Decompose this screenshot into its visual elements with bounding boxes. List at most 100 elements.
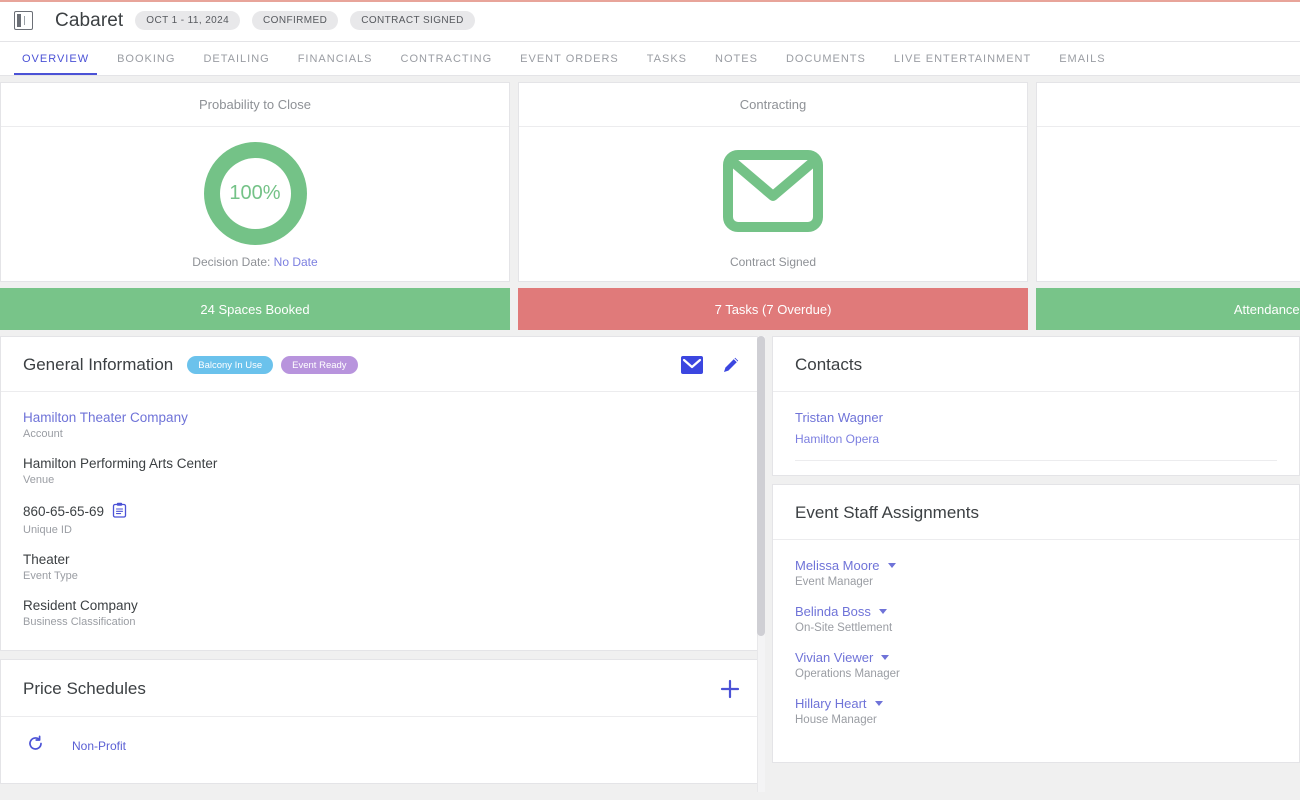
attendance-status[interactable]: Attendance: 5000 E — [1036, 288, 1300, 330]
tab-contracting[interactable]: CONTRACTING — [387, 42, 507, 75]
staff-name-label: Hillary Heart — [795, 696, 867, 711]
tab-booking[interactable]: BOOKING — [103, 42, 189, 75]
price-schedule-name[interactable]: Non-Profit — [72, 739, 126, 753]
tab-overview[interactable]: OVERVIEW — [8, 42, 103, 75]
list-item: Vivian Viewer Operations Manager — [795, 650, 1277, 680]
copy-clipboard-icon[interactable] — [112, 502, 127, 521]
probability-donut-chart: 100% — [203, 141, 307, 245]
tab-notes[interactable]: NOTES — [701, 42, 772, 75]
tab-detailing[interactable]: DETAILING — [189, 42, 283, 75]
staff-role: Operations Manager — [795, 668, 900, 680]
left-column: General Information Balcony In Use Event… — [0, 336, 765, 792]
list-item: Belinda Boss On-Site Settlement — [795, 604, 1277, 634]
main-tab-bar: OVERVIEW BOOKING DETAILING FINANCIALS CO… — [0, 42, 1300, 76]
status-badge-balcony-in-use: Balcony In Use — [187, 356, 274, 374]
refresh-icon[interactable] — [27, 735, 44, 757]
field-unique-id: 860-65-65-69 Unique ID — [23, 502, 741, 536]
contacts-title: Contacts — [795, 355, 863, 374]
unique-id-label: Unique ID — [23, 524, 72, 536]
list-item: Hillary Heart House Manager — [795, 696, 1277, 726]
event-status-chip: CONFIRMED — [252, 11, 339, 30]
business-classification-value: Resident Company — [23, 598, 138, 613]
contract-status-chip: CONTRACT SIGNED — [350, 11, 475, 30]
page-title: Cabaret — [55, 9, 124, 31]
kpi-title: Actual Reven — [1037, 83, 1300, 127]
field-account: Hamilton Theater Company Account — [23, 410, 741, 440]
list-item: Melissa Moore Event Manager — [795, 558, 1277, 588]
contact-organization[interactable]: Hamilton Opera — [795, 432, 1277, 446]
right-column: Contacts Tristan Wagner Hamilton Opera E… — [772, 336, 1300, 792]
tab-live-entertainment[interactable]: LIVE ENTERTAINMENT — [880, 42, 1045, 75]
envelope-icon — [723, 149, 823, 237]
plus-icon[interactable] — [719, 678, 741, 700]
estimated-revenue: $169.7k Estim — [1037, 255, 1300, 281]
status-badge-event-ready: Event Ready — [281, 356, 358, 374]
price-schedules-title: Price Schedules — [23, 679, 146, 698]
decision-date: Decision Date: No Date — [1, 255, 509, 281]
event-type-value: Theater — [23, 552, 70, 567]
contract-state-label: Contract Signed — [729, 255, 817, 269]
kpi-title: Contracting — [519, 83, 1027, 127]
staff-name-label: Belinda Boss — [795, 604, 871, 619]
pencil-edit-icon[interactable] — [721, 355, 741, 375]
unique-id-value: 860-65-65-69 — [23, 504, 105, 519]
tab-emails[interactable]: EMAILS — [1045, 42, 1119, 75]
field-event-type: Theater Event Type — [23, 552, 741, 582]
kpi-row: Probability to Close 100% Decision Date:… — [0, 76, 1300, 330]
chevron-down-icon[interactable] — [874, 701, 883, 706]
tab-event-orders[interactable]: EVENT ORDERS — [506, 42, 633, 75]
event-date-chip: OCT 1 - 11, 2024 — [135, 11, 241, 30]
staff-name-label: Melissa Moore — [795, 558, 880, 573]
price-schedules-list: Non-Profit — [1, 717, 763, 783]
kpi-contracting: Contracting Contract Signed 7 Tasks (7 O… — [518, 82, 1028, 330]
event-staff-list: Melissa Moore Event Manager Belinda Boss… — [773, 540, 1299, 762]
account-label: Account — [23, 428, 63, 440]
price-schedules-card: Price Schedules Non-Profit — [0, 659, 764, 784]
staff-member[interactable]: Melissa Moore — [795, 558, 1277, 573]
app-header: Cabaret OCT 1 - 11, 2024 CONFIRMED CONTR… — [0, 0, 1300, 42]
general-information-card: General Information Balcony In Use Event… — [0, 336, 764, 651]
scrollbar-thumb[interactable] — [757, 336, 765, 636]
envelope-icon[interactable] — [681, 356, 703, 374]
kpi-actual-revenue: Actual Reven $108 $169.7k Estim Attendan… — [1036, 82, 1300, 330]
tab-tasks[interactable]: TASKS — [633, 42, 701, 75]
event-staff-assignments-card: Event Staff Assignments Melissa Moore Ev… — [772, 484, 1300, 763]
general-information-title: General Information — [23, 355, 174, 374]
contacts-card: Contacts Tristan Wagner Hamilton Opera — [772, 336, 1300, 476]
field-venue: Hamilton Performing Arts Center Venue — [23, 456, 741, 486]
staff-member[interactable]: Hillary Heart — [795, 696, 1277, 711]
main-content: General Information Balcony In Use Event… — [0, 330, 1300, 792]
staff-member[interactable]: Belinda Boss — [795, 604, 1277, 619]
list-item: Tristan Wagner Hamilton Opera — [795, 410, 1277, 461]
staff-member[interactable]: Vivian Viewer — [795, 650, 1277, 665]
tab-financials[interactable]: FINANCIALS — [284, 42, 387, 75]
event-staff-title: Event Staff Assignments — [795, 503, 979, 522]
contact-name[interactable]: Tristan Wagner — [795, 410, 1277, 425]
business-classification-label: Business Classification — [23, 616, 136, 628]
chevron-down-icon[interactable] — [881, 655, 890, 660]
contacts-list: Tristan Wagner Hamilton Opera — [773, 392, 1299, 475]
account-value[interactable]: Hamilton Theater Company — [23, 410, 741, 425]
venue-value: Hamilton Performing Arts Center — [23, 456, 218, 471]
kpi-probability-to-close: Probability to Close 100% Decision Date:… — [0, 82, 510, 330]
staff-role: On-Site Settlement — [795, 622, 893, 634]
staff-role: House Manager — [795, 714, 877, 726]
sidebar-collapse-icon[interactable] — [14, 11, 33, 30]
event-type-label: Event Type — [23, 570, 78, 582]
decision-date-label: Decision Date: — [192, 255, 274, 269]
chevron-down-icon[interactable] — [878, 609, 887, 614]
staff-name-label: Vivian Viewer — [795, 650, 874, 665]
spaces-booked-status[interactable]: 24 Spaces Booked — [0, 288, 510, 330]
decision-date-link[interactable]: No Date — [274, 255, 318, 269]
probability-value: 100% — [219, 157, 291, 229]
venue-label: Venue — [23, 474, 55, 486]
staff-role: Event Manager — [795, 576, 873, 588]
field-business-classification: Resident Company Business Classification — [23, 598, 741, 628]
tab-documents[interactable]: DOCUMENTS — [772, 42, 880, 75]
chevron-down-icon[interactable] — [887, 563, 896, 568]
tasks-status[interactable]: 7 Tasks (7 Overdue) — [518, 288, 1028, 330]
left-column-scrollbar[interactable] — [757, 336, 765, 792]
general-information-fields: Hamilton Theater Company Account Hamilto… — [1, 392, 763, 650]
unique-id-row: 860-65-65-69 — [23, 502, 741, 521]
list-item[interactable]: Non-Profit — [23, 733, 741, 761]
